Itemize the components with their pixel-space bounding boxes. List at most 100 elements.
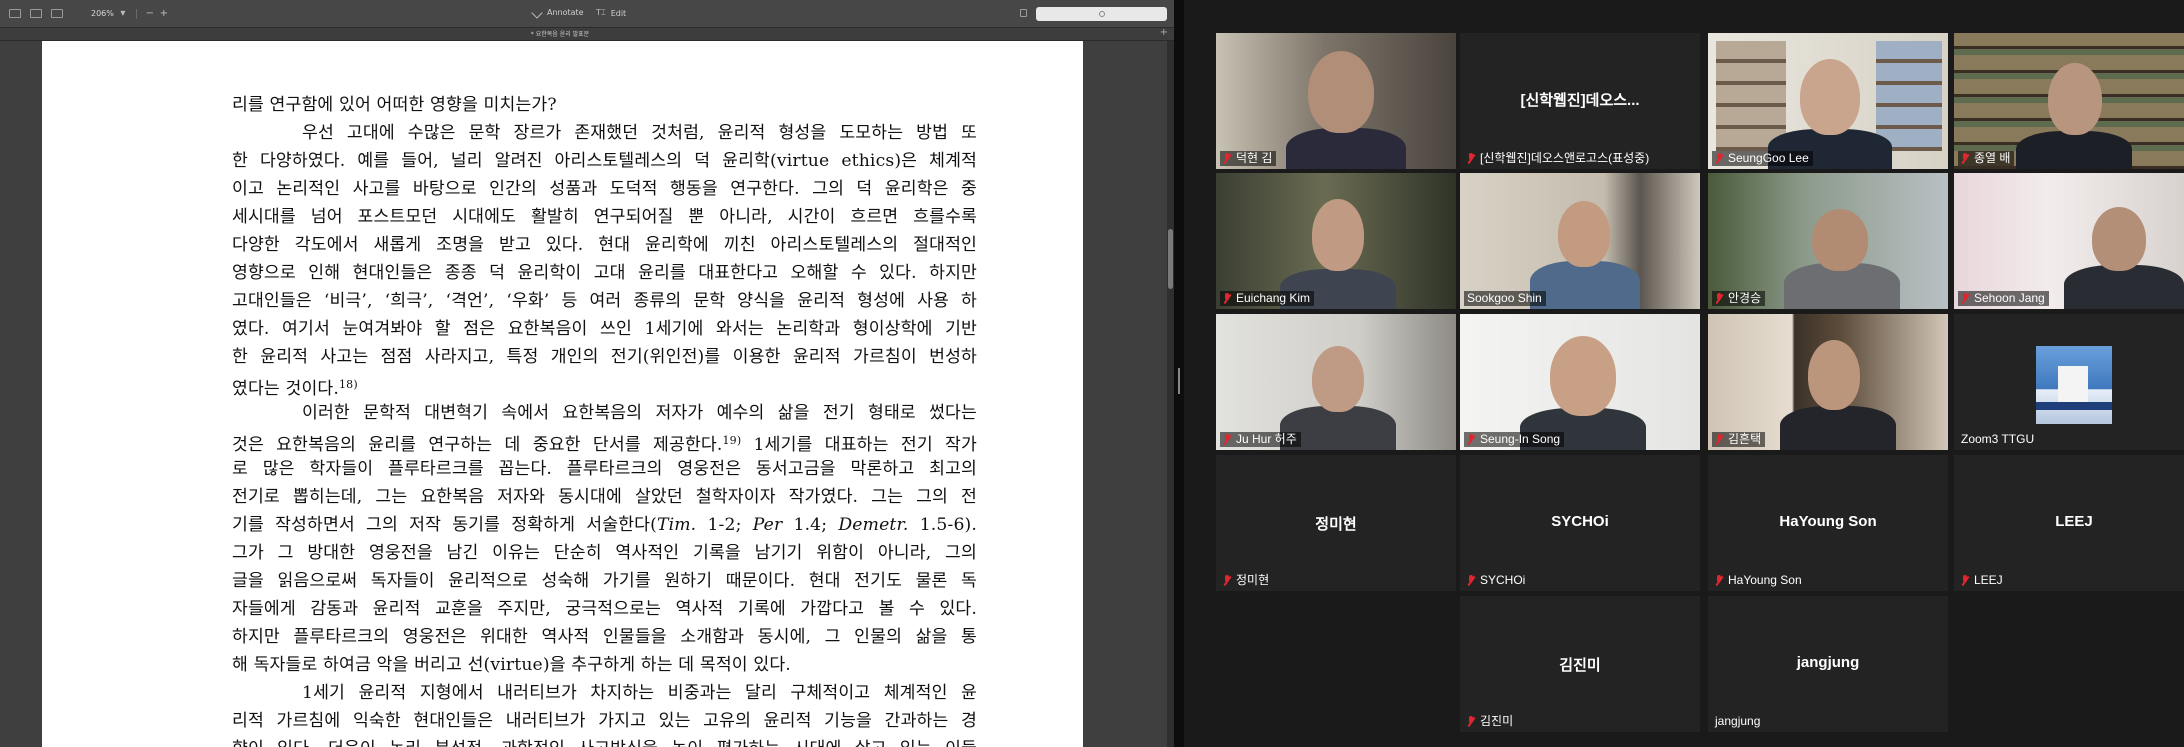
video-person: [1558, 201, 1610, 267]
lock-icon[interactable]: [1020, 9, 1027, 17]
muted-mic-icon: [1961, 293, 1970, 304]
pen-icon: [531, 6, 543, 19]
zoom-out-button[interactable]: −: [145, 8, 155, 19]
footnote-ref[interactable]: 18): [339, 378, 358, 391]
video-feed: [1708, 173, 1948, 309]
participant-tile[interactable]: 덕현 김: [1216, 33, 1456, 169]
muted-mic-icon: [1223, 293, 1232, 304]
participant-name-label: 김진미: [1464, 714, 1517, 729]
video-bookshelf: [1876, 41, 1942, 151]
text-line: 전기로 뽑히는데, 그는 요한복음 저자와 동시대에 살았던 철학자이자 작가였…: [232, 487, 977, 507]
logo-banner: [2036, 402, 2112, 410]
building-image: [2058, 366, 2088, 406]
thumbnail-view-icon[interactable]: [30, 9, 42, 18]
annotate-label: Annotate: [547, 8, 584, 17]
video-feed: [1460, 173, 1700, 309]
video-person: [1286, 128, 1406, 169]
text-line: 영향으로 인해 현대인들은 종종 덕 윤리학이 고대 윤리를 대표한다고 오해할…: [232, 263, 977, 283]
muted-mic-icon: [1961, 153, 1970, 164]
muted-mic-icon: [1715, 293, 1724, 304]
text-line: 리적 가르침에 익숙한 현대인들은 내러티브가 가지고 있는 고유의 윤리적 기…: [232, 711, 977, 731]
text-line: 한 윤리적 사고는 점점 사라지고, 특정 개인의 전기(위인전)를 이용한 윤…: [232, 347, 977, 367]
citation: 1-2;: [696, 515, 753, 535]
participant-tile[interactable]: Ju Hur 허주: [1216, 314, 1456, 450]
video-feed: [1954, 33, 2184, 169]
participant-tile[interactable]: HaYoung Son HaYoung Son: [1708, 455, 1948, 591]
new-tab-button[interactable]: +: [1160, 27, 1168, 38]
video-person: [1308, 51, 1374, 133]
participant-tile[interactable]: SYCHOi SYCHOi: [1460, 455, 1700, 591]
participant-name-label: 종열 배: [1958, 151, 2015, 166]
participant-tile[interactable]: [신학웹진]데오스... [신학웹진]데오스앤로고스(표성중): [1460, 33, 1700, 169]
participant-tile[interactable]: 정미현 정미현: [1216, 455, 1456, 591]
annotate-button[interactable]: Annotate: [531, 6, 584, 19]
document-title: * 요한복음 윤리 발표문: [530, 31, 590, 38]
scrollbar-thumb[interactable]: [1168, 229, 1173, 289]
video-person: [1800, 59, 1860, 135]
document-tab[interactable]: * 요한복음 윤리 발표문 +: [0, 27, 1174, 41]
video-person: [2016, 131, 2132, 169]
citation: Per: [752, 515, 783, 535]
zoom-level[interactable]: 206%: [91, 9, 114, 18]
text-line: 것은 요한복음의 윤리를 연구하는 데 중요한 단서를 제공한다.19) 1세기…: [232, 427, 977, 455]
video-person: [1530, 261, 1640, 309]
text-line: 였다는 것이다.18): [232, 371, 977, 399]
search-input[interactable]: [1036, 7, 1167, 21]
participant-name: Euichang Kim: [1236, 291, 1311, 305]
video-person: [1808, 340, 1860, 410]
document-body: 리를 연구함에 있어 어떠한 영향을 미치는가? 우선 고대에 수많은 문학 장…: [232, 91, 977, 747]
video-feed: [1954, 173, 2184, 309]
text-line: 글을 읽음으로써 독자들이 윤리적으로 성숙해 가기를 원하기 때문이다. 현대…: [232, 571, 977, 591]
split-divider[interactable]: [1174, 0, 1184, 747]
muted-mic-icon: [1223, 153, 1232, 164]
text-line: 향이 있다. 더욱이 논리 분석적, 과학적인 사고방식을 높이 평가하는 시대…: [232, 735, 977, 747]
participant-tile[interactable]: 김진미 김진미: [1460, 596, 1700, 732]
participant-tile[interactable]: LEEJ LEEJ: [1954, 455, 2184, 591]
participant-name: 덕현 김: [1236, 151, 1273, 165]
chevron-down-icon[interactable]: ▾: [118, 8, 128, 19]
divider: [135, 8, 137, 19]
participant-name-label: Zoom3 TTGU: [1958, 432, 2038, 447]
footnote-ref[interactable]: 19): [723, 434, 742, 447]
document-canvas[interactable]: 리를 연구함에 있어 어떠한 영향을 미치는가? 우선 고대에 수많은 문학 장…: [0, 41, 1167, 747]
muted-mic-icon: [1715, 153, 1724, 164]
scrollbar[interactable]: [1167, 41, 1174, 747]
participant-tile[interactable]: 김흔택: [1708, 314, 1948, 450]
participant-tile[interactable]: 안경승: [1708, 173, 1948, 309]
drag-handle[interactable]: [1178, 368, 1180, 394]
participant-tile[interactable]: SeungGoo Lee: [1708, 33, 1948, 169]
text-line: 다양한 각도에서 새롭게 조명을 받고 있다. 현대 윤리학에 끼친 아리스토텔…: [232, 235, 977, 255]
citation: 1.5-6).: [908, 515, 977, 535]
grid-view-icon[interactable]: [51, 9, 63, 18]
text-line: 이러한 문학적 대변혁기 속에서 요한복음의 저자가 예수의 삶을 전기 형태로…: [302, 403, 977, 423]
text-line: 였다. 여기서 눈여겨봐야 할 점은 요한복음이 쓰인 1세기에 와서는 논리학…: [232, 319, 977, 339]
participant-tile[interactable]: 종열 배: [1954, 33, 2184, 169]
participant-name: Seung-In Song: [1480, 432, 1561, 446]
text-line: 이고 논리적인 사고를 바탕으로 인간의 성품과 도덕적 행동을 연구한다. 그…: [232, 179, 977, 199]
text-line: 기를 작성하면서 그의 저작 동기를 정확하게 서술한다(Tim. 1-2; P…: [232, 511, 977, 539]
text-line: 세시대를 넘어 포스트모던 시대에도 활발히 연구되어질 뿐 아니라, 시간이 …: [232, 207, 977, 227]
edit-button[interactable]: T⌶ Edit: [596, 8, 626, 18]
text-line: 로 많은 학자들이 플루타르크를 꼽는다. 플루타르크의 영웅전은 동서고금을 …: [232, 459, 977, 479]
citation: 1.4;: [782, 515, 839, 535]
video-person: [2048, 63, 2102, 135]
participant-tile[interactable]: jangjung jangjung: [1708, 596, 1948, 732]
text-line: 해 독자들로 하여금 악을 버리고 선(virtue)을 추구하게 하는 데 목…: [232, 655, 791, 675]
sidebar-toggle-icon[interactable]: [9, 9, 21, 18]
participant-tile-active-speaker[interactable]: Sookgoo Shin: [1460, 173, 1700, 309]
video-person: [1550, 336, 1616, 416]
participant-name-label: LEEJ: [1958, 573, 2007, 588]
participant-tile[interactable]: Seung-In Song: [1460, 314, 1700, 450]
zoom-in-button[interactable]: +: [159, 8, 169, 19]
participant-tile[interactable]: Euichang Kim: [1216, 173, 1456, 309]
participant-name-label: 안경승: [1712, 291, 1766, 306]
video-feed: [1708, 314, 1948, 450]
participant-name: 김흔택: [1728, 432, 1762, 446]
participant-display-name: HaYoung Son: [1779, 513, 1877, 530]
muted-mic-icon: [1467, 575, 1476, 586]
zoom-control: 206% ▾ − +: [91, 8, 169, 19]
participant-tile[interactable]: Sehoon Jang: [1954, 173, 2184, 309]
pdf-viewer: 206% ▾ − + Annotate T⌶ Edit * 요한복음 윤리 발표…: [0, 0, 1174, 747]
pdf-page: 리를 연구함에 있어 어떠한 영향을 미치는가? 우선 고대에 수많은 문학 장…: [42, 41, 1083, 747]
participant-tile[interactable]: Zoom3 TTGU: [1954, 314, 2184, 450]
